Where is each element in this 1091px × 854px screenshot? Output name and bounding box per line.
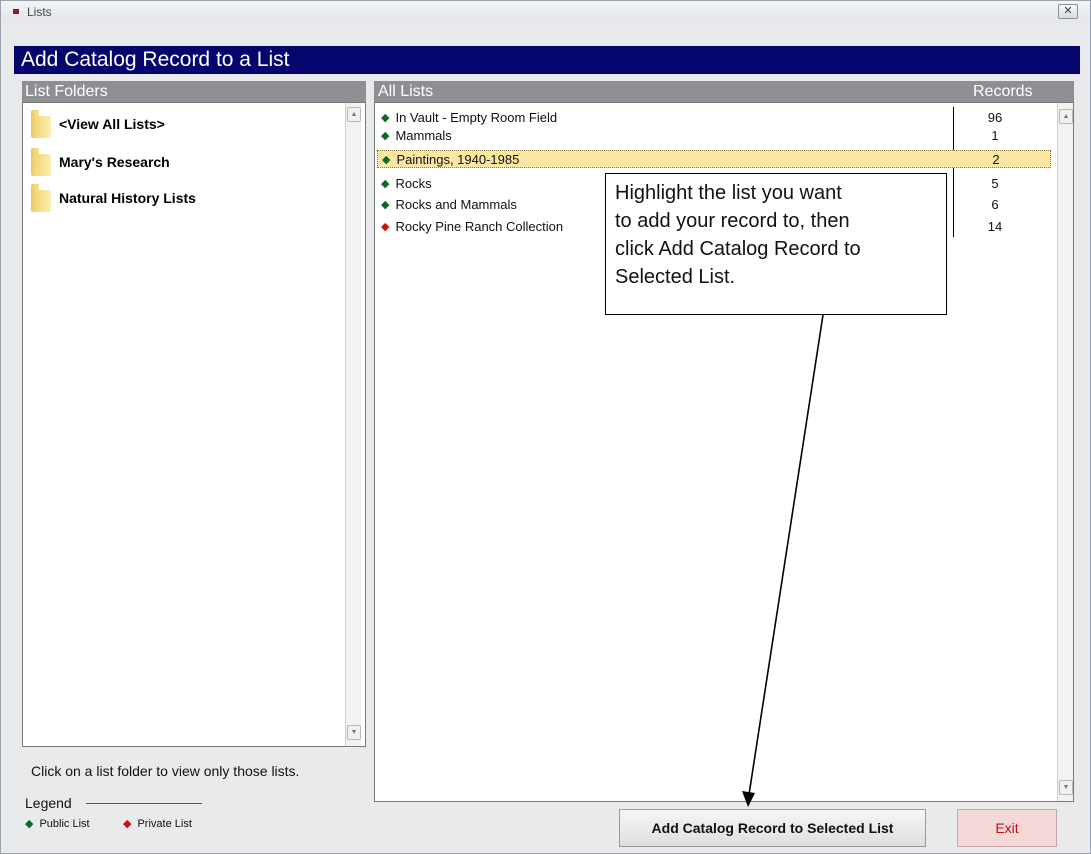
folder-scrollbar[interactable]: ▲ ▼ xyxy=(345,103,361,746)
folder-label: Natural History Lists xyxy=(59,190,196,206)
folder-label: <View All Lists> xyxy=(59,116,165,132)
record-count: 96 xyxy=(987,110,1003,125)
list-name: In Vault - Empty Room Field xyxy=(395,110,558,125)
public-diamond-icon: ◆ xyxy=(382,154,391,166)
folder-icon xyxy=(31,148,51,176)
table-row-selected[interactable]: ◆ Paintings, 1940-1985 2 xyxy=(377,150,1051,168)
lists-scrollbar[interactable]: ▲ ▼ xyxy=(1057,103,1073,801)
all-lists-header: All Lists Records xyxy=(374,81,1074,102)
folder-list: <View All Lists> Mary's Research Natural… xyxy=(22,102,366,747)
record-count: 5 xyxy=(991,176,999,191)
record-count: 14 xyxy=(987,219,1003,234)
legend-divider xyxy=(86,803,202,804)
list-name: Paintings, 1940-1985 xyxy=(396,152,520,167)
list-folders-heading: List Folders xyxy=(22,81,366,102)
exit-button[interactable]: Exit xyxy=(957,809,1057,847)
public-diamond-icon: ◆ xyxy=(381,130,390,142)
folder-label: Mary's Research xyxy=(59,154,170,170)
scroll-up-icon[interactable]: ▲ xyxy=(347,107,361,122)
list-name: Rocks xyxy=(395,176,432,191)
legend-title: Legend xyxy=(25,795,72,811)
list-name: Rocky Pine Ranch Collection xyxy=(395,219,564,234)
private-diamond-icon: ◆ xyxy=(381,221,390,233)
list-name: Rocks and Mammals xyxy=(395,197,517,212)
window-titlebar: Lists ✕ xyxy=(1,1,1090,23)
row-name-cell: ◆ Rocks and Mammals xyxy=(381,196,517,214)
legend-private: ◆ Private List xyxy=(123,817,192,831)
callout-line: to add your record to, then xyxy=(615,210,850,232)
record-count: 2 xyxy=(992,152,1000,167)
folder-item-marys-research[interactable]: Mary's Research xyxy=(31,147,170,177)
all-lists-heading: All Lists xyxy=(378,83,434,100)
folder-hint: Click on a list folder to view only thos… xyxy=(31,763,300,779)
private-diamond-icon: ◆ xyxy=(123,818,132,830)
scroll-down-icon[interactable]: ▼ xyxy=(1059,780,1073,795)
record-count: 1 xyxy=(991,128,999,143)
public-diamond-icon: ◆ xyxy=(381,112,390,124)
table-row[interactable]: ◆ Mammals 1 xyxy=(377,127,1051,145)
record-count: 6 xyxy=(991,197,999,212)
public-diamond-icon: ◆ xyxy=(25,818,34,830)
folder-icon xyxy=(31,184,51,212)
list-name: Mammals xyxy=(395,128,452,143)
folder-icon xyxy=(31,110,51,138)
public-diamond-icon: ◆ xyxy=(381,199,390,211)
window-title: Lists xyxy=(27,5,52,19)
page-title: Add Catalog Record to a List xyxy=(14,46,1080,74)
row-name-cell: ◆ Rocky Pine Ranch Collection xyxy=(381,218,563,236)
folder-item-natural-history[interactable]: Natural History Lists xyxy=(31,183,196,213)
close-button[interactable]: ✕ xyxy=(1058,4,1078,19)
legend-public: ◆ Public List xyxy=(25,817,90,831)
callout-line: Selected List. xyxy=(615,266,736,288)
row-name-cell: ◆ Rocks xyxy=(381,175,432,193)
row-name-cell: ◆ Mammals xyxy=(381,127,452,145)
add-catalog-record-button[interactable]: Add Catalog Record to Selected List xyxy=(619,809,926,847)
scroll-down-icon[interactable]: ▼ xyxy=(347,725,361,740)
instruction-callout: Highlight the list you want to add your … xyxy=(605,173,947,315)
folder-item-view-all[interactable]: <View All Lists> xyxy=(31,109,165,139)
legend-private-label: Private List xyxy=(137,817,192,830)
callout-line: click Add Catalog Record to xyxy=(615,238,861,260)
row-name-cell: ◆ In Vault - Empty Room Field xyxy=(381,109,557,127)
records-heading: Records xyxy=(973,83,1033,100)
lists-window: Lists ✕ Add Catalog Record to a List Lis… xyxy=(0,0,1091,854)
app-icon xyxy=(13,9,19,14)
callout-line: Highlight the list you want xyxy=(615,182,842,204)
row-name-cell: ◆ Paintings, 1940-1985 xyxy=(382,151,519,169)
legend-public-label: Public List xyxy=(39,817,90,830)
public-diamond-icon: ◆ xyxy=(381,178,390,190)
scroll-up-icon[interactable]: ▲ xyxy=(1059,109,1073,124)
table-row[interactable]: ◆ In Vault - Empty Room Field 96 xyxy=(377,109,1051,127)
